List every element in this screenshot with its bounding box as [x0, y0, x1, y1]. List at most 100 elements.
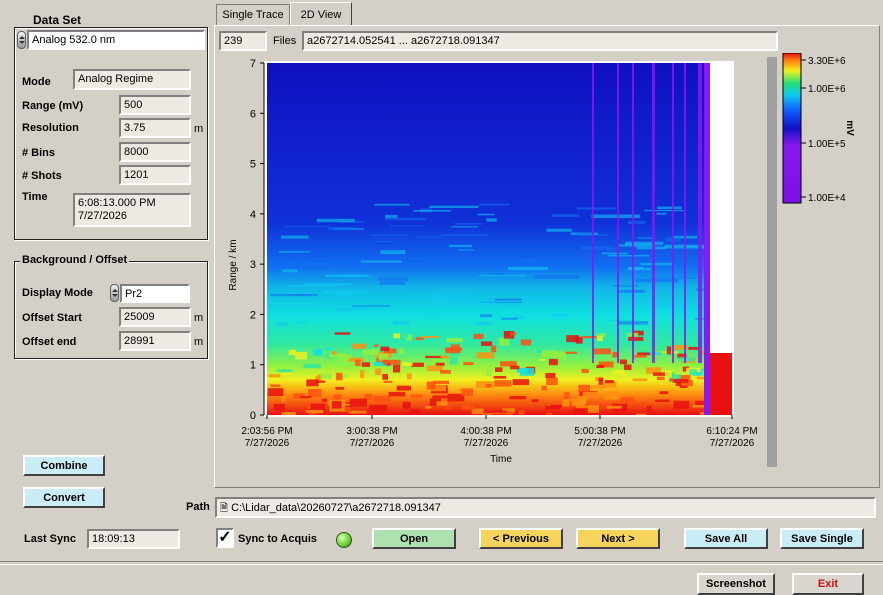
- heatmap-cell: [573, 408, 586, 415]
- x-tick-time: 5:00:38 PM: [574, 426, 625, 437]
- dataset-title: Data Set: [31, 13, 84, 27]
- heatmap-cell: [461, 405, 475, 410]
- heatmap-cell: [392, 364, 401, 373]
- save-single-button[interactable]: Save Single: [780, 528, 864, 549]
- heatmap-cell: [520, 339, 532, 346]
- resolution-value: 3.75: [119, 118, 191, 138]
- heatmap-streak: [325, 274, 368, 277]
- shots-label: # Shots: [22, 170, 62, 182]
- heatmap-cell: [598, 377, 603, 385]
- heatmap-cell: [331, 351, 337, 355]
- heatmap-cell: [575, 405, 592, 408]
- heatmap-streak: [395, 256, 426, 259]
- dataset-select[interactable]: Analog 532.0 nm: [27, 30, 205, 50]
- heatmap-streak: [507, 266, 549, 270]
- heatmap-cell: [659, 391, 669, 395]
- heatmap-cell: [335, 387, 344, 390]
- heatmap-cell: [597, 336, 603, 342]
- display-mode-select[interactable]: Pr2: [120, 284, 190, 303]
- lidar-chart: 01234567 Range / km 2:03:56 PM7/27/20263…: [228, 53, 855, 467]
- background-title: Background / Offset: [20, 254, 130, 266]
- heatmap-cell: [440, 370, 451, 374]
- heatmap-cell: [710, 353, 732, 415]
- sync-led: [336, 532, 352, 548]
- heatmap-cell: [267, 388, 284, 397]
- dataset-spinner[interactable]: [17, 31, 26, 49]
- heatmap-column: [704, 63, 710, 415]
- heatmap-streak: [308, 258, 326, 260]
- offset-start-unit: m: [194, 312, 204, 324]
- x-tick-time: 2:03:56 PM: [241, 426, 292, 437]
- plot-scrollbar[interactable]: [767, 57, 777, 467]
- heatmap-cell: [680, 385, 688, 389]
- heatmap-streak: [460, 302, 499, 305]
- mode-value: Analog Regime: [73, 69, 191, 90]
- heatmap-cell: [500, 361, 517, 367]
- heatmap-cell: [669, 378, 674, 382]
- heatmap-cell: [351, 410, 358, 414]
- time-label: Time: [22, 191, 48, 203]
- heatmap-cell: [322, 398, 327, 402]
- heatmap-cell: [637, 352, 651, 356]
- heatmap-cell: [325, 347, 333, 350]
- heatmap-cell: [495, 367, 503, 372]
- heatmap-streak: [275, 322, 288, 326]
- heatmap-streak: [297, 321, 308, 324]
- display-mode-spinner[interactable]: [110, 284, 119, 302]
- heatmap-streak: [380, 250, 406, 255]
- x-tick-time: 3:00:38 PM: [346, 426, 397, 437]
- colorbar-tick-label: 1.00E+4: [808, 193, 846, 204]
- heatmap-cell: [635, 413, 646, 415]
- heatmap-cell: [666, 346, 672, 355]
- heatmap-streak: [479, 274, 527, 277]
- previous-button[interactable]: < Previous: [479, 528, 563, 549]
- heatmap-streak: [359, 296, 379, 301]
- path-value: C:\Lidar_data\20260727\a2672718.091347: [231, 502, 441, 514]
- heatmap-streak: [335, 293, 353, 295]
- colorbar-ticks: 3.30E+6 1.00E+6 1.00E+5 1.00E+4: [801, 56, 846, 204]
- save-all-button[interactable]: Save All: [684, 528, 768, 549]
- heatmap-cell: [672, 378, 689, 383]
- heatmap-streak: [288, 294, 311, 296]
- tab-2d-view[interactable]: 2D View: [290, 2, 352, 26]
- heatmap-streak: [521, 258, 539, 263]
- heatmap-streak: [636, 246, 667, 250]
- heatmap-cell: [612, 370, 626, 375]
- heatmap-column: [672, 63, 674, 363]
- heatmap-cell: [548, 358, 558, 366]
- sync-checkbox[interactable]: ✓: [216, 528, 234, 548]
- heatmap-cell: [305, 410, 324, 413]
- combine-button[interactable]: Combine: [23, 455, 105, 476]
- open-button[interactable]: Open: [372, 528, 456, 549]
- path-field[interactable]: 🗎 C:\Lidar_data\20260727\a2672718.091347: [215, 497, 876, 518]
- heatmap-cell: [646, 405, 652, 412]
- heatmap-cell: [512, 379, 530, 386]
- heatmap-cell: [447, 393, 465, 402]
- heatmap-cell: [369, 404, 388, 411]
- convert-button[interactable]: Convert: [23, 487, 105, 508]
- y-tick-label: 1: [250, 360, 256, 372]
- heatmap-cell: [425, 406, 432, 409]
- screenshot-button[interactable]: Screenshot: [697, 573, 775, 595]
- heatmap-cell: [510, 332, 516, 336]
- x-tick-time: 6:10:24 PM: [706, 426, 757, 437]
- tab-single-trace[interactable]: Single Trace: [216, 4, 290, 25]
- heatmap-cell: [396, 385, 411, 391]
- heatmap-column: [632, 63, 634, 363]
- heatmap-cell: [329, 353, 347, 358]
- heatmap-cell: [313, 348, 323, 356]
- heatmap-streak: [494, 298, 522, 301]
- y-axis-label: Range / km: [228, 239, 239, 290]
- offset-start-value: 25009: [119, 307, 191, 327]
- heatmap-streak: [384, 217, 426, 221]
- colorbar-tick-label: 1.00E+5: [808, 139, 846, 150]
- heatmap-streak: [416, 236, 444, 238]
- next-button[interactable]: Next >: [576, 528, 660, 549]
- heatmap-cell: [446, 337, 463, 343]
- folder-icon[interactable]: 🗎: [220, 503, 228, 514]
- offset-end-value: 28991: [119, 331, 191, 351]
- time-value-line2: 7/27/2026: [78, 210, 127, 222]
- exit-button[interactable]: Exit: [792, 573, 864, 595]
- heatmap-cell: [545, 372, 556, 379]
- display-mode-label: Display Mode: [22, 287, 93, 299]
